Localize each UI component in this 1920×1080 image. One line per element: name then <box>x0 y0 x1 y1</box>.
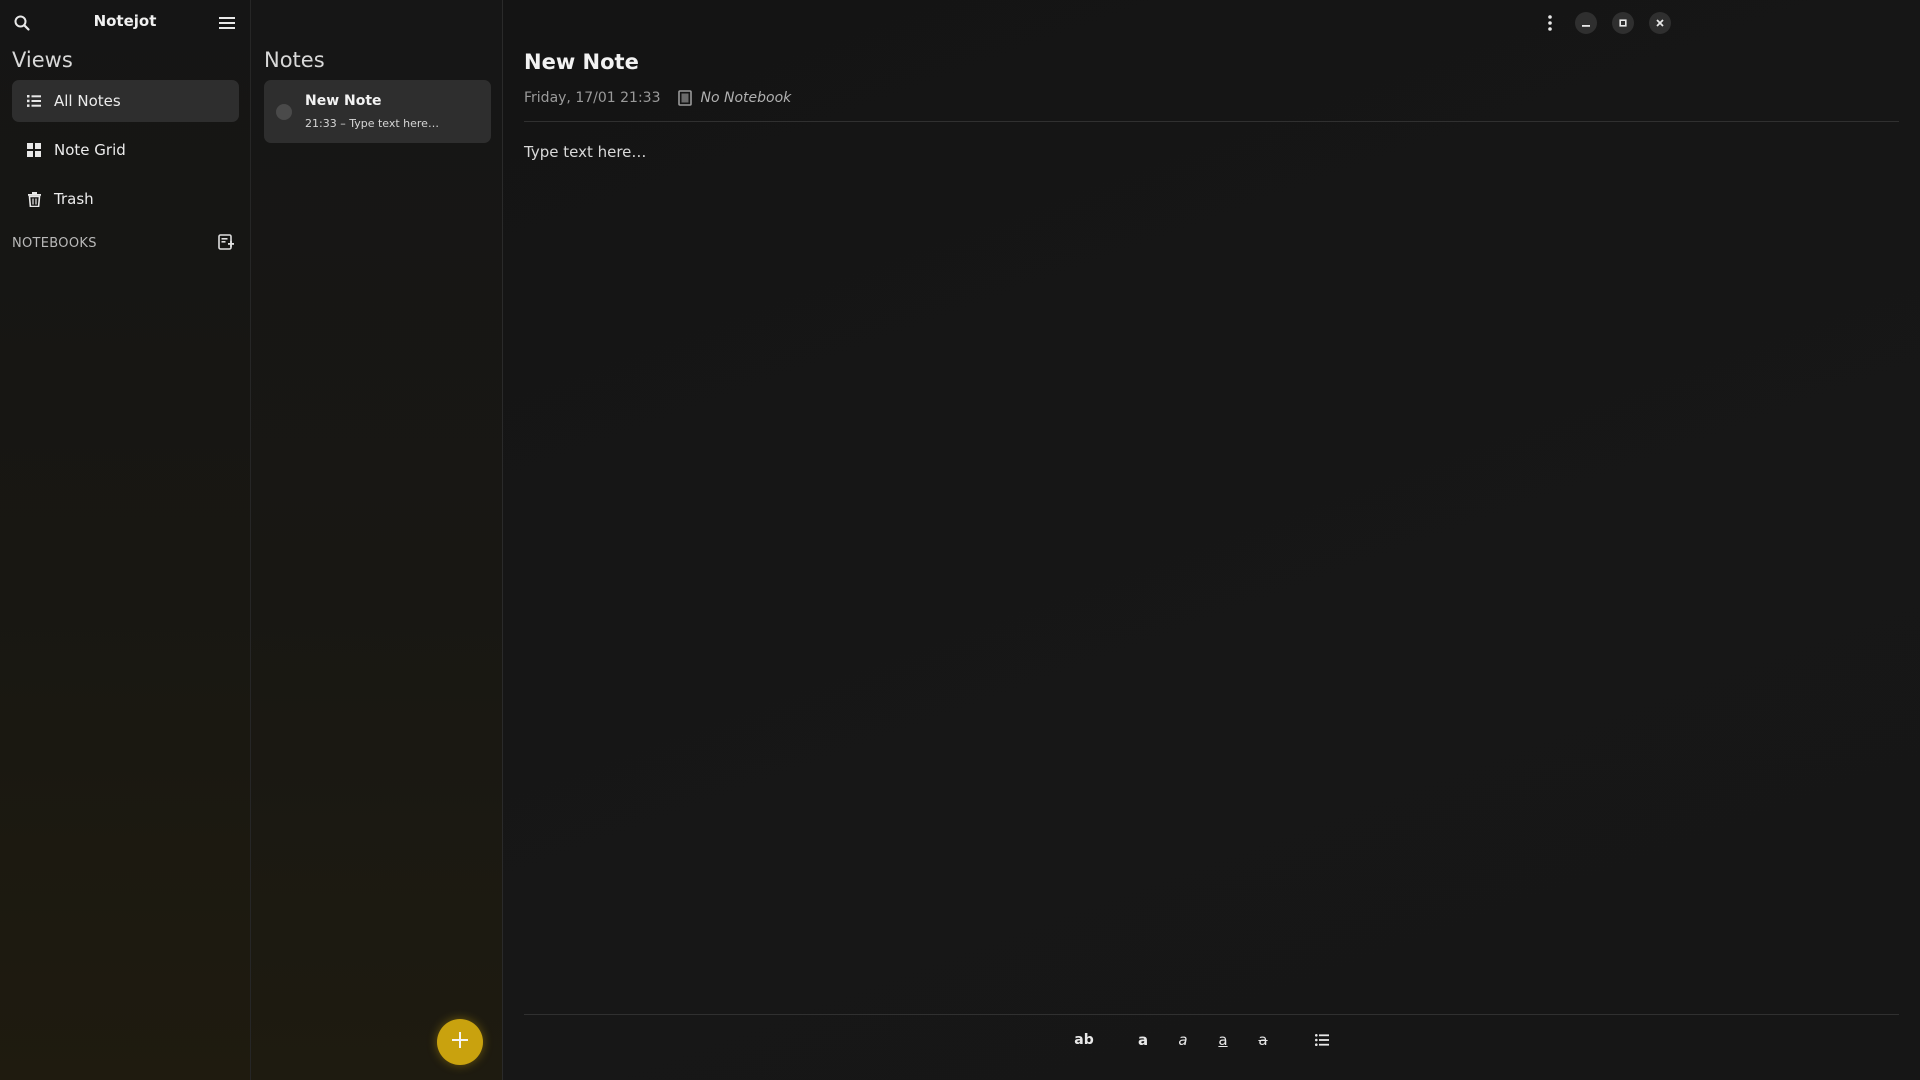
sidebar-item-note-grid[interactable]: Note Grid <box>12 129 239 171</box>
sidebar-item-label: Note Grid <box>54 141 126 159</box>
divider <box>524 1014 1899 1015</box>
note-date: Friday, 17/01 21:33 <box>524 90 661 106</box>
note-item-preview: 21:33 – Type text here… <box>305 117 439 130</box>
editor-panel: New Note Friday, 17/01 21:33 No Notebook… <box>503 0 1920 1080</box>
notebooks-section-label: NOTEBOOKS <box>12 236 97 251</box>
note-title[interactable]: New Note <box>524 50 639 74</box>
maximize-icon[interactable] <box>1612 12 1634 34</box>
hamburger-menu-icon[interactable] <box>215 11 239 35</box>
sidebar-item-all-notes[interactable]: All Notes <box>12 80 239 122</box>
add-notebook-icon[interactable] <box>218 234 236 252</box>
note-meta: Friday, 17/01 21:33 No Notebook <box>524 90 791 106</box>
grid-icon <box>26 142 42 158</box>
bullet-list-icon[interactable] <box>1308 1026 1336 1054</box>
format-toolbar: ab a a a a <box>503 1026 1920 1054</box>
sidebar-item-label: Trash <box>54 190 94 208</box>
notes-list-panel: Notes New Note 21:33 – Type text here… <box>251 0 503 1080</box>
sidebar-item-label: All Notes <box>54 92 121 110</box>
notebook-icon[interactable] <box>678 90 693 106</box>
more-options-icon[interactable] <box>1541 12 1559 34</box>
divider <box>524 121 1899 122</box>
trash-icon <box>26 191 42 207</box>
new-note-button[interactable] <box>437 1019 483 1065</box>
note-body-textarea[interactable]: Type text here… <box>524 143 646 161</box>
notebook-name[interactable]: No Notebook <box>700 90 791 106</box>
views-heading: Views <box>12 48 73 72</box>
minimize-icon[interactable] <box>1575 12 1597 34</box>
strikethrough-icon[interactable]: a <box>1249 1026 1277 1054</box>
plus-icon <box>452 1032 468 1052</box>
italic-icon[interactable]: a <box>1169 1026 1197 1054</box>
sidebar-item-trash[interactable]: Trash <box>12 178 239 220</box>
sidebar: Notejot Views All Notes Note Grid Trash … <box>0 0 251 1080</box>
note-color-dot <box>276 104 292 120</box>
close-icon[interactable] <box>1649 12 1671 34</box>
notes-heading: Notes <box>264 48 325 72</box>
normal-text-icon[interactable]: ab <box>1070 1026 1098 1054</box>
app-title: Notejot <box>93 12 157 30</box>
list-icon <box>26 93 42 109</box>
bold-icon[interactable]: a <box>1129 1026 1157 1054</box>
sidebar-header: Notejot <box>0 0 250 46</box>
underline-icon[interactable]: a <box>1209 1026 1237 1054</box>
list-item[interactable]: New Note 21:33 – Type text here… <box>264 80 491 143</box>
note-item-title: New Note <box>305 93 382 109</box>
app-window: Notejot Views All Notes Note Grid Trash … <box>0 0 1920 1080</box>
